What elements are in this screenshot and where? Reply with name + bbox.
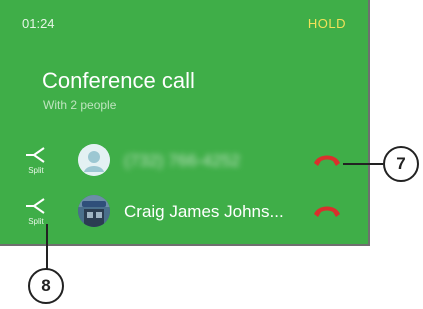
split-label: Split [28,166,44,175]
conference-call-screen: 01:24 HOLD Conference call With 2 people… [0,0,370,246]
call-duration: 01:24 [22,16,55,31]
contact-placeholder-icon [78,144,110,176]
contact-photo [78,195,110,227]
split-button[interactable]: Split [20,145,52,183]
callout-8: 8 [28,268,64,304]
hold-button[interactable]: HOLD [308,16,346,31]
participant-number: (732) 766-4252 [124,151,241,170]
participant-row: Split (732) 766-4252 [0,139,370,189]
call-title: Conference call [42,68,195,93]
participant-name: Craig James Johns... [124,202,284,221]
end-call-icon[interactable] [312,202,342,220]
callout-8-line [46,224,48,270]
split-icon [26,147,45,163]
callout-7-line [343,163,383,165]
participant-row: Split Craig James Johns... [0,190,370,240]
callout-7: 7 [383,146,419,182]
split-icon [26,198,45,214]
end-call-icon[interactable] [312,151,342,169]
call-subtitle: With 2 people [43,98,117,112]
